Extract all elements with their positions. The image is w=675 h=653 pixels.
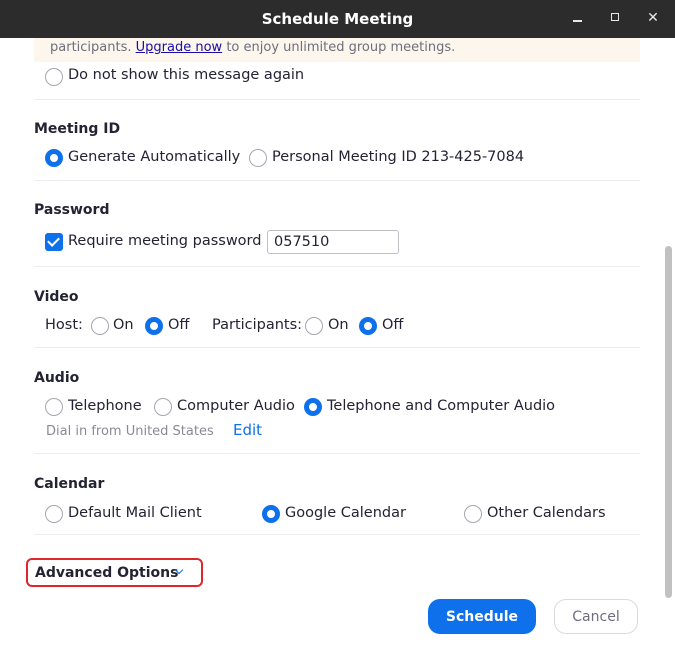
generate-automatically-radio[interactable] — [45, 149, 63, 167]
maximize-icon — [611, 13, 619, 21]
host-on-label: On — [113, 317, 134, 333]
host-on-radio[interactable] — [91, 317, 109, 335]
host-off-radio[interactable] — [145, 317, 163, 335]
divider — [34, 534, 640, 535]
scrollbar-thumb[interactable] — [665, 246, 672, 598]
generate-automatically-label: Generate Automatically — [68, 149, 241, 165]
check-icon — [47, 234, 60, 247]
require-password-checkbox[interactable] — [45, 233, 63, 251]
host-label: Host: — [45, 317, 83, 333]
participants-off-radio[interactable] — [359, 317, 377, 335]
upgrade-notice: participants. Upgrade now to enjoy unlim… — [34, 38, 640, 62]
computer-audio-label: Computer Audio — [177, 398, 295, 414]
participants-off-label: Off — [382, 317, 404, 333]
participants-on-radio[interactable] — [305, 317, 323, 335]
dont-show-again-radio[interactable] — [45, 68, 63, 86]
dont-show-again-label: Do not show this message again — [68, 67, 305, 83]
other-calendars-label: Other Calendars — [487, 505, 606, 521]
edit-dial-in-link[interactable]: Edit — [233, 421, 262, 439]
notice-text-before: participants. — [50, 40, 132, 55]
telephone-radio[interactable] — [45, 398, 63, 416]
schedule-button[interactable]: Schedule — [428, 599, 536, 634]
default-mail-client-radio[interactable] — [45, 505, 63, 523]
participants-label: Participants: — [212, 317, 303, 333]
advanced-options-label: Advanced Options — [35, 565, 179, 581]
calendar-title: Calendar — [34, 476, 105, 492]
audio-title: Audio — [34, 370, 80, 386]
default-mail-client-label: Default Mail Client — [68, 505, 202, 521]
computer-audio-radio[interactable] — [154, 398, 172, 416]
divider — [34, 99, 640, 100]
divider — [34, 347, 640, 348]
host-off-label: Off — [168, 317, 190, 333]
meeting-id-title: Meeting ID — [34, 121, 121, 137]
close-button[interactable]: ✕ — [643, 8, 663, 28]
password-title: Password — [34, 202, 110, 218]
upgrade-now-link[interactable]: Upgrade now — [136, 40, 223, 55]
telephone-and-computer-audio-label: Telephone and Computer Audio — [327, 398, 556, 414]
telephone-and-computer-audio-radio[interactable] — [304, 398, 322, 416]
video-title: Video — [34, 289, 79, 305]
google-calendar-label: Google Calendar — [285, 505, 406, 521]
close-icon: ✕ — [647, 10, 659, 26]
schedule-meeting-window: Schedule Meeting ✕ participants. Upgrade… — [0, 0, 675, 653]
personal-meeting-id-radio[interactable] — [249, 149, 267, 167]
divider — [34, 180, 640, 181]
personal-meeting-id-label: Personal Meeting ID 213-425-7084 — [272, 149, 525, 165]
divider — [34, 453, 640, 454]
dial-in-label: Dial in from United States — [46, 424, 214, 439]
notice-text-after: to enjoy unlimited group meetings. — [226, 40, 456, 55]
title-bar: Schedule Meeting ✕ — [0, 0, 675, 38]
other-calendars-radio[interactable] — [464, 505, 482, 523]
divider — [34, 266, 640, 267]
advanced-options-toggle[interactable]: Advanced Options — [26, 558, 203, 587]
cancel-button[interactable]: Cancel — [554, 599, 638, 634]
require-password-label: Require meeting password — [68, 233, 262, 249]
maximize-button[interactable] — [606, 8, 626, 28]
password-input[interactable] — [267, 230, 399, 254]
minimize-button[interactable] — [568, 8, 588, 28]
minimize-icon — [573, 20, 582, 22]
google-calendar-radio[interactable] — [262, 505, 280, 523]
telephone-label: Telephone — [68, 398, 142, 414]
participants-on-label: On — [328, 317, 349, 333]
